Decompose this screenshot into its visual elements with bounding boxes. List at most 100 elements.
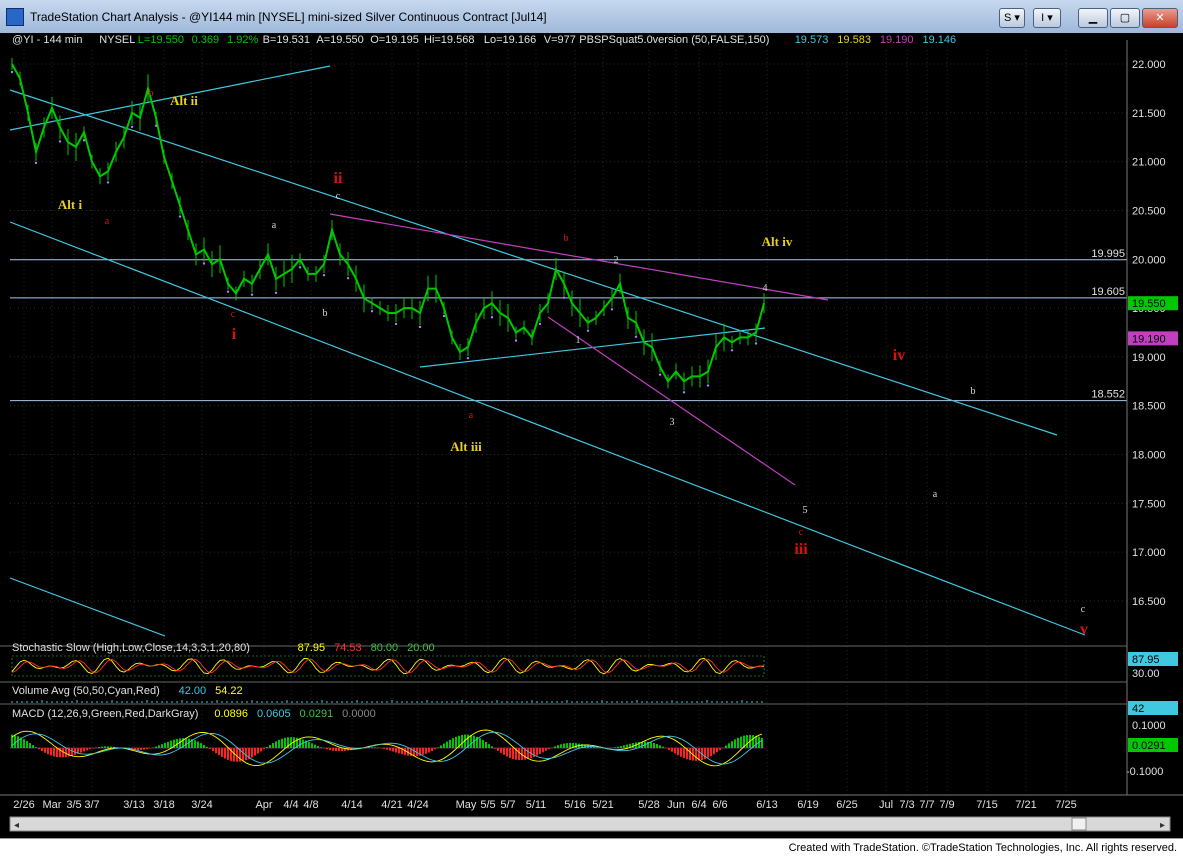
volume-value: 42.00: [179, 685, 207, 697]
wave-label: Alt iii: [450, 439, 482, 454]
header-stat: B=19.531: [263, 34, 310, 46]
price-chart-svg[interactable]: 19.99519.60518.552 b Alt iiAlt iaiicabcib…: [0, 33, 1183, 838]
wave-label: c: [1081, 604, 1086, 615]
wave-label: v: [1080, 621, 1088, 638]
wave-label: 1: [576, 335, 581, 346]
x-tick-label: Apr: [255, 799, 272, 811]
x-tick-label: 3/5: [66, 799, 81, 811]
wave-label: iii: [794, 541, 808, 558]
stochastic-value: 20.00: [407, 642, 435, 654]
y-tick-label: 21.500: [1132, 108, 1166, 120]
pivot-dot: [562, 296, 566, 299]
stochastic-value: 74.53: [334, 642, 362, 654]
header-indicator-value: 19.573: [795, 34, 829, 46]
symbol-link-s-button[interactable]: S ▾: [999, 8, 1025, 28]
wave-label: Alt ii: [170, 93, 198, 108]
y-tick-label: 20.000: [1132, 254, 1166, 266]
x-tick-label: 6/25: [836, 799, 857, 811]
minimize-button[interactable]: ▁: [1078, 8, 1108, 28]
indicator-panels-layer: Stochastic Slow (High,Low,Close,14,3,3,1…: [0, 642, 1178, 796]
x-tick-label: 3/18: [153, 799, 174, 811]
header-layer: @YI - 144 min NYSEL L=19.550 0.369 1.92% B=19…: [12, 34, 956, 46]
s-button-label: S: [1004, 12, 1012, 24]
window-title: TradeStation Chart Analysis - @YI144 min…: [30, 10, 547, 24]
level-label: 18.552: [1091, 389, 1125, 401]
wave-label: Alt iv: [762, 234, 793, 249]
pivot-dot: [706, 384, 710, 387]
x-tick-label: 7/25: [1055, 799, 1076, 811]
volume-box-label: 42: [1132, 703, 1144, 715]
channel-line: [9, 577, 166, 637]
x-tick-label: 7/15: [976, 799, 997, 811]
wave-label: a: [272, 220, 277, 231]
wave-label: b: [564, 233, 569, 244]
wave-label: a: [469, 410, 474, 421]
pivot-dot: [322, 273, 326, 277]
wave-label: b: [149, 88, 154, 99]
wave-label: a: [933, 489, 938, 500]
x-tick-label: Jul: [879, 799, 893, 811]
y-tick-label: 17.500: [1132, 498, 1166, 510]
x-tick-label: 7/7: [919, 799, 934, 811]
y-tick-label: 18.000: [1132, 450, 1166, 462]
pivot-dot: [34, 161, 38, 165]
pivot-dot: [298, 266, 302, 269]
pivot-dot: [154, 124, 158, 127]
pivot-dot: [394, 322, 398, 326]
wave-label: iv: [893, 347, 905, 364]
header-stat: 0.369: [192, 34, 220, 46]
x-tick-label: 4/21: [381, 799, 402, 811]
x-tick-label: 4/14: [341, 799, 362, 811]
x-tick-label: May: [456, 799, 477, 811]
pivot-dot: [442, 314, 446, 318]
volume-value: 54.22: [215, 685, 243, 697]
wave-label: 3: [670, 417, 675, 428]
pivot-dot: [682, 391, 686, 394]
pivot-dot: [514, 339, 518, 342]
pivot-dot: [466, 356, 470, 360]
maximize-button[interactable]: ▢: [1110, 8, 1140, 28]
pivot-dot: [634, 335, 638, 338]
wave-label: 2: [614, 255, 619, 266]
header-indicator-value: 19.583: [837, 34, 871, 46]
stochastic-value: 80.00: [371, 642, 399, 654]
header-exchange: NYSEL: [99, 34, 135, 46]
stochastic-box-label: 87.95: [1132, 654, 1160, 666]
pivot-dot: [538, 322, 542, 326]
y-tick-label: 22.000: [1132, 59, 1166, 71]
close-button[interactable]: ✕: [1142, 8, 1178, 28]
macd-axis-label: 0.1000: [1132, 720, 1166, 732]
wave-label: c: [799, 527, 804, 538]
header-stat: 1.92%: [227, 34, 258, 46]
chart-area[interactable]: 19.995 19.605 18.552 b Alt ii Alt i a ii c a b c i b…: [0, 33, 1183, 838]
grid-layer: [10, 50, 1127, 795]
pivot-dot: [58, 140, 62, 143]
price-series-layer: [10, 58, 765, 394]
indicator-i-button[interactable]: I ▾: [1033, 8, 1061, 28]
x-tick-label: Mar: [43, 799, 62, 811]
pivot-dot: [250, 293, 254, 296]
pivot-dot: [346, 276, 350, 280]
x-tick-label: 6/4: [691, 799, 706, 811]
x-tick-label: 5/11: [526, 799, 547, 811]
price-line: [11, 63, 765, 384]
x-tick-label: 6/6: [712, 799, 727, 811]
scroll-left-icon: ◂: [14, 820, 19, 831]
stochastic-k-line: [11, 657, 765, 675]
x-tick-label: 5/21: [592, 799, 613, 811]
pivot-dot: [10, 70, 14, 74]
pivot-dot: [754, 342, 758, 345]
macd-axis-label: -0.1000: [1126, 766, 1163, 778]
x-tick-label: 4/8: [303, 799, 318, 811]
x-tick-label: 3/24: [191, 799, 212, 811]
wedge-line: [329, 213, 829, 301]
footer-bar: Created with TradeStation. ©TradeStation…: [0, 838, 1183, 857]
pivot-dot: [418, 325, 422, 329]
x-tick-label: 7/21: [1015, 799, 1036, 811]
header-indicator: PBSPSquat5.0version (50,FALSE,150): [579, 34, 769, 46]
level-label: 19.605: [1091, 286, 1125, 298]
pivot-dot: [82, 139, 86, 142]
wave-label: Alt i: [58, 197, 83, 212]
wave-label: c: [231, 309, 236, 320]
wave-label: b: [971, 386, 976, 397]
